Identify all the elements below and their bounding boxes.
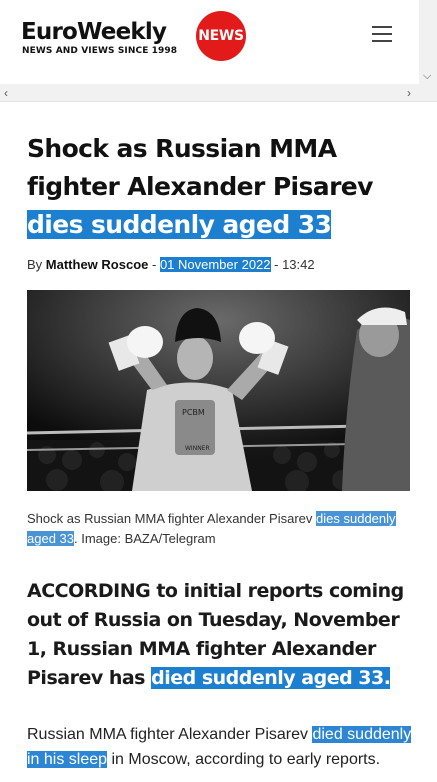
caption-text: Shock as Russian MMA fighter Alexander P… xyxy=(27,511,317,526)
site-header: EuroWeekly NEWS NEWS AND VIEWS SINCE 199… xyxy=(0,0,437,84)
svg-text:WINNER: WINNER xyxy=(185,445,210,452)
article-lead: ACCORDING to initial reports coming out … xyxy=(27,577,417,693)
byline: By Matthew Roscoe - 01 November 2022 - 1… xyxy=(27,257,315,272)
paragraph-text: Russian MMA fighter Alexander Pisarev xyxy=(27,726,313,743)
logo-wordmark[interactable]: EuroWeekly xyxy=(21,19,167,45)
photo-caption: Shock as Russian MMA fighter Alexander P… xyxy=(27,509,410,549)
chevron-left-icon[interactable]: ‹ xyxy=(4,86,8,100)
vertical-scrollbar[interactable]: ⌵ xyxy=(419,0,437,84)
author-link[interactable]: Matthew Roscoe xyxy=(46,257,149,272)
chevron-right-icon[interactable]: › xyxy=(407,86,411,100)
byline-prefix: By xyxy=(27,257,46,272)
byline-separator: - xyxy=(270,257,283,272)
byline-separator: - xyxy=(148,257,160,272)
headline-text: Shock as Russian MMA fighter Alexander P… xyxy=(27,134,373,201)
article-headline: Shock as Russian MMA fighter Alexander P… xyxy=(27,130,412,244)
logo-badge[interactable]: NEWS xyxy=(196,11,246,61)
article-paragraph: Russian MMA fighter Alexander Pisarev di… xyxy=(27,722,412,772)
hamburger-menu-icon[interactable] xyxy=(372,26,392,42)
lead-highlight: died suddenly aged 33. xyxy=(151,667,391,689)
article-photo: PCBM WINNER xyxy=(27,290,410,491)
headline-highlight: dies suddenly aged 33 xyxy=(27,210,332,239)
horizontal-scrollbar[interactable]: ‹ › xyxy=(0,84,437,102)
publish-time: 13:42 xyxy=(282,257,315,272)
paragraph-text-end: in Moscow, according to early reports. xyxy=(107,751,381,768)
publish-date: 01 November 2022 xyxy=(159,257,271,272)
caption-credit: . Image: BAZA/Telegram xyxy=(74,531,216,546)
logo-tagline: NEWS AND VIEWS SINCE 1998 xyxy=(22,46,178,56)
svg-text:PCBM: PCBM xyxy=(182,408,205,417)
chevron-down-icon[interactable]: ⌵ xyxy=(423,70,431,83)
